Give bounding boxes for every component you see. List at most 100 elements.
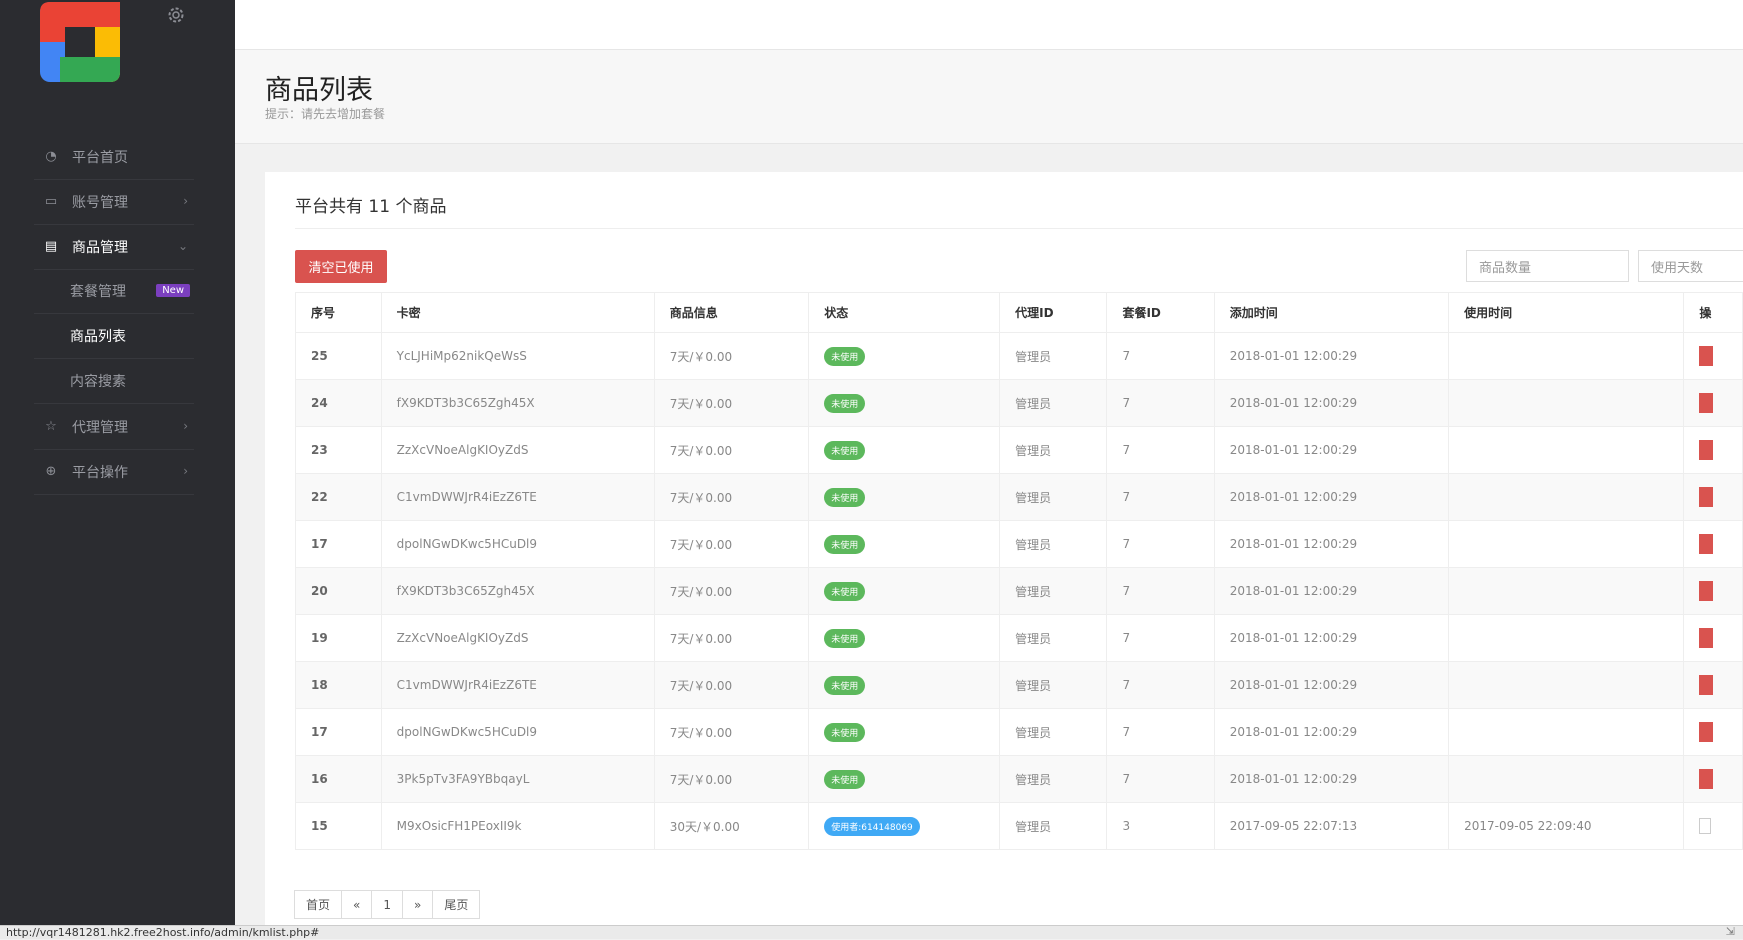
cell-agent: 管理员: [999, 426, 1108, 474]
chevron-right-icon: ›: [183, 464, 188, 478]
cell-key: fX9KDT3b3C65Zgh45X: [380, 567, 655, 615]
sidebar-subitem-content-search[interactable]: 内容搜素: [34, 359, 194, 404]
gear-icon[interactable]: [166, 5, 186, 25]
col-header-key[interactable]: 卡密: [380, 292, 655, 333]
delete-button[interactable]: [1699, 628, 1714, 648]
col-header-added[interactable]: 添加时间: [1213, 292, 1450, 333]
sidebar-subitem-plans[interactable]: 套餐管理 New: [34, 269, 194, 314]
cell-status: 未使用: [808, 614, 1001, 662]
chevron-down-icon: ⌄: [177, 239, 188, 253]
chevron-right-icon: ›: [183, 419, 188, 433]
sidebar-item-label: 平台首页: [72, 149, 128, 166]
cell-added: 2018-01-01 12:00:29: [1213, 379, 1450, 427]
cell-agent: 管理员: [999, 473, 1108, 521]
cell-added: 2018-01-01 12:00:29: [1213, 332, 1450, 380]
cell-status: 未使用: [808, 661, 1001, 709]
cell-id: 18: [295, 661, 382, 709]
col-header-actions: 操: [1683, 292, 1743, 333]
cell-info: 7天/￥0.00: [653, 755, 810, 803]
app-logo[interactable]: [40, 2, 120, 82]
cell-plan: 7: [1106, 379, 1215, 427]
dashboard-icon: ◔: [45, 149, 57, 164]
cell-actions: [1683, 708, 1743, 756]
cell-id: 23: [295, 426, 382, 474]
cell-used: [1448, 520, 1685, 568]
days-input[interactable]: 使用天数: [1638, 250, 1743, 282]
delete-button[interactable]: [1699, 393, 1714, 413]
cell-actions: [1683, 567, 1743, 615]
cell-status: 未使用: [808, 755, 1001, 803]
page-first[interactable]: 首页: [294, 890, 343, 919]
sidebar-item-products[interactable]: ▤ 商品管理 ⌄: [34, 224, 194, 270]
page-prev[interactable]: «: [341, 890, 373, 919]
cell-used: [1448, 661, 1685, 709]
cell-added: 2018-01-01 12:00:29: [1213, 426, 1450, 474]
cell-used: [1448, 473, 1685, 521]
sidebar-item-label: 商品列表: [70, 329, 126, 345]
col-header-info[interactable]: 商品信息: [653, 292, 810, 333]
pagination: 首页 « 1 » 尾页: [294, 890, 481, 919]
delete-button[interactable]: [1699, 722, 1714, 742]
status-badge: 未使用: [824, 346, 866, 366]
cell-info: 7天/￥0.00: [653, 332, 810, 380]
delete-button[interactable]: [1699, 487, 1714, 507]
monitor-icon: ▭: [44, 194, 58, 209]
quantity-input[interactable]: 商品数量: [1466, 250, 1629, 282]
cell-actions: [1683, 332, 1743, 380]
cell-info: 7天/￥0.00: [653, 520, 810, 568]
sidebar-item-home[interactable]: ◔ 平台首页: [34, 134, 194, 180]
resize-grip-icon: ⇲: [1725, 925, 1735, 938]
col-header-status[interactable]: 状态: [808, 292, 1001, 333]
sidebar-item-platform-ops[interactable]: ⊕ 平台操作 ›: [34, 449, 194, 495]
cell-key: M9xOsicFH1PEoxII9k: [380, 802, 655, 850]
table-row: 15 M9xOsicFH1PEoxII9k 30天/￥0.00 使用者:6141480…: [295, 802, 1743, 850]
cell-plan: 7: [1106, 473, 1215, 521]
table-row: 17 dpolNGwDKwc5HCuDl9 7天/￥0.00 未使用 管理员 7 2018-…: [295, 708, 1743, 756]
cell-id: 19: [295, 614, 382, 662]
table-row: 23 ZzXcVNoeAlgKIOyZdS 7天/￥0.00 未使用 管理员 7 2018-…: [295, 426, 1743, 474]
product-count-title: 平台共有 11 个商品: [295, 197, 447, 217]
sidebar-subitem-product-list[interactable]: 商品列表: [34, 314, 194, 359]
page-last[interactable]: 尾页: [432, 890, 481, 919]
delete-button[interactable]: [1699, 534, 1714, 554]
cell-key: ZzXcVNoeAlgKIOyZdS: [380, 614, 655, 662]
action-button[interactable]: [1699, 818, 1712, 834]
delete-button[interactable]: [1699, 675, 1714, 695]
cell-status: 未使用: [808, 520, 1001, 568]
page-tip: 提示：请先去增加套餐: [265, 107, 386, 121]
top-bar: [235, 0, 1743, 50]
cell-actions: [1683, 661, 1743, 709]
cell-info: 7天/￥0.00: [653, 614, 810, 662]
table-row: 19 ZzXcVNoeAlgKIOyZdS 7天/￥0.00 未使用 管理员 7 2018-…: [295, 614, 1743, 662]
sidebar-item-agents[interactable]: ☆ 代理管理 ›: [34, 404, 194, 450]
cell-added: 2018-01-01 12:00:29: [1213, 614, 1450, 662]
page-next[interactable]: »: [402, 890, 434, 919]
cell-agent: 管理员: [999, 332, 1108, 380]
delete-button[interactable]: [1699, 440, 1714, 460]
cell-used: [1448, 567, 1685, 615]
delete-button[interactable]: [1699, 346, 1714, 366]
cell-key: 3Pk5pTv3FA9YBbqayL: [380, 755, 655, 803]
col-header-id[interactable]: 序号: [295, 292, 382, 333]
cell-added: 2018-01-01 12:00:29: [1213, 708, 1450, 756]
clear-used-button[interactable]: 清空已使用: [295, 250, 387, 283]
table-row: 20 fX9KDT3b3C65Zgh45X 7天/￥0.00 未使用 管理员 7 2018-…: [295, 567, 1743, 615]
cell-plan: 7: [1106, 520, 1215, 568]
cell-key: fX9KDT3b3C65Zgh45X: [380, 379, 655, 427]
page-1[interactable]: 1: [371, 890, 403, 919]
col-header-agent[interactable]: 代理ID: [999, 292, 1108, 333]
cell-used: [1448, 379, 1685, 427]
cell-id: 16: [295, 755, 382, 803]
cell-plan: 7: [1106, 661, 1215, 709]
sidebar-item-accounts[interactable]: ▭ 账号管理 ›: [34, 179, 194, 225]
col-header-used[interactable]: 使用时间: [1448, 292, 1685, 333]
sidebar-item-label: 内容搜素: [70, 374, 126, 390]
star-icon: ☆: [45, 419, 57, 434]
cell-agent: 管理员: [999, 520, 1108, 568]
sidebar: ◔ 平台首页 ▭ 账号管理 › ▤ 商品管理 ⌄ 套餐管理 New 商品列表 内…: [0, 0, 235, 939]
col-header-plan[interactable]: 套餐ID: [1106, 292, 1215, 333]
delete-button[interactable]: [1699, 581, 1714, 601]
cell-actions: [1683, 473, 1743, 521]
cell-used: 2017-09-05 22:09:40: [1448, 802, 1685, 850]
delete-button[interactable]: [1699, 769, 1714, 789]
